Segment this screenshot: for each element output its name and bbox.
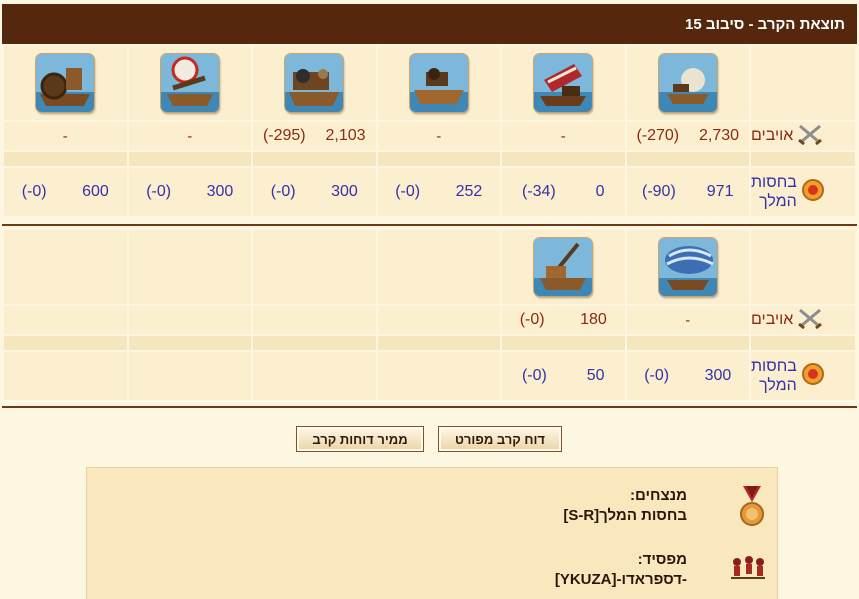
unit-cell[interactable] <box>128 46 251 120</box>
royal-emblem-icon <box>801 362 825 390</box>
royal-cell: (-90) 971 <box>626 168 749 216</box>
loser-label: מפסיד: <box>637 551 687 568</box>
fire-ship-icon[interactable] <box>658 54 717 112</box>
enemies-label: אויבים <box>751 127 794 144</box>
winners-label: מנצחים: <box>629 487 687 504</box>
winners-block: מנצחים: בחסות המלך[S-R] <box>563 486 687 526</box>
round-2-table: אויבים - (-0) 180 בחסות המלך (-0) 300 (-… <box>2 228 857 402</box>
tender-ship-icon[interactable] <box>534 238 593 296</box>
paddle-ship-icon[interactable] <box>36 54 95 112</box>
mortar-ship-icon[interactable] <box>285 54 344 112</box>
enemy-cell: - <box>128 122 251 150</box>
row-label-enemies: אויבים <box>751 306 855 334</box>
defeated-soldiers-icon <box>729 552 767 586</box>
royal-cell: (-0) 300 <box>128 168 251 216</box>
battle-report-frame: תוצאת הקרב - סיבוב 15 אויבים (-270) 2,73… <box>0 0 859 599</box>
section-divider <box>2 224 857 226</box>
enemy-cell: (-0) 180 <box>502 306 625 334</box>
royal-label: בחסות המלך <box>751 174 797 210</box>
unit-cell[interactable] <box>626 230 749 304</box>
row-label-enemies: אויבים <box>751 122 855 150</box>
enemy-cell: (-295) 2,103 <box>253 122 376 150</box>
battle-result-panel: מנצחים: בחסות המלך[S-R] מפסיד: -דספראדו-… <box>86 467 778 599</box>
ram-ship-icon[interactable] <box>409 54 468 112</box>
crossed-swords-icon <box>797 123 823 149</box>
unit-grid: אויבים (-270)2,730 - - (-295)2,103 - - <box>2 44 857 218</box>
loser-value: -דספראדו-[YKUZA] <box>554 571 687 588</box>
row-label-royal: בחסות המלך <box>751 352 855 400</box>
winners-value: בחסות המלך[S-R] <box>563 507 687 524</box>
unit-cell[interactable] <box>502 230 625 304</box>
crossed-swords-icon <box>797 307 823 333</box>
royal-cell: (-0) 300 <box>253 168 376 216</box>
enemy-cell: - <box>502 122 625 150</box>
section-divider <box>2 406 857 408</box>
unit-cell[interactable] <box>253 46 376 120</box>
balloon-carrier-icon[interactable] <box>658 238 717 296</box>
battle-round-title: תוצאת הקרב - סיבוב 15 <box>2 4 857 44</box>
enemy-cell: - <box>626 306 749 334</box>
catapult-ship-icon[interactable] <box>534 54 593 112</box>
enemy-cell: - <box>377 122 500 150</box>
unit-cell[interactable] <box>502 46 625 120</box>
ballista-ship-icon[interactable] <box>160 54 219 112</box>
royal-emblem-icon <box>801 178 825 206</box>
unit-cell[interactable] <box>4 46 127 120</box>
round-1-table: אויבים (-270)2,730 - - (-295)2,103 - - <box>2 44 857 218</box>
loser-block: מפסיד: -דספראדו-[YKUZA] <box>555 550 687 590</box>
unit-cell[interactable] <box>626 46 749 120</box>
royal-cell: (-0) 300 <box>626 352 749 400</box>
page-title: תוצאת הקרב - סיבוב 15 <box>685 15 845 33</box>
royal-cell: (-0) 50 <box>502 352 625 400</box>
detailed-report-button[interactable]: דוח קרב מפורט <box>438 426 562 452</box>
enemies-label: אויבים <box>751 311 794 328</box>
medal-icon <box>737 486 767 532</box>
enemy-cell: (-270) 2,730 <box>626 122 749 150</box>
royal-label: בחסות המלך <box>751 358 797 394</box>
unit-grid: אויבים - (-0) 180 בחסות המלך (-0) 300 (-… <box>2 228 857 402</box>
royal-cell: (-34) 0 <box>502 168 625 216</box>
royal-cell: (-0) 600 <box>4 168 127 216</box>
row-label-royal: בחסות המלך <box>751 168 855 216</box>
royal-cell: (-0) 252 <box>377 168 500 216</box>
enemy-cell: - <box>4 122 127 150</box>
battle-report-converter-button[interactable]: ממיר דוחות קרב <box>296 426 424 452</box>
unit-cell[interactable] <box>377 46 500 120</box>
